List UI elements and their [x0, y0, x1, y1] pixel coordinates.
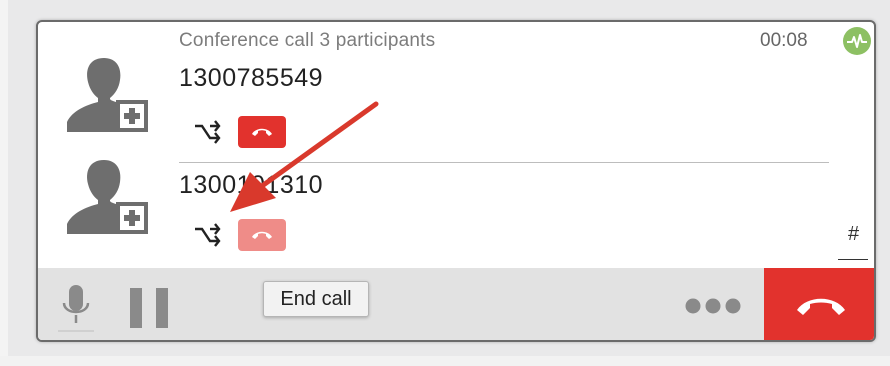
phone-hangup-icon [252, 128, 272, 136]
add-contact-avatar-icon[interactable] [64, 154, 150, 240]
transfer-icon[interactable] [192, 116, 224, 148]
call-toolbar [38, 268, 874, 340]
call-timer: 00:08 [760, 30, 808, 51]
more-dots-icon[interactable] [684, 294, 742, 318]
participant-hangup-button[interactable] [238, 219, 286, 251]
call-panel: Conference call 3 participants 00:08 130… [36, 20, 876, 342]
microphone-icon[interactable] [58, 283, 94, 333]
background-strip [0, 356, 890, 366]
end-call-button[interactable] [764, 268, 874, 340]
add-contact-avatar-icon[interactable] [64, 52, 150, 138]
phone-hangup-icon [252, 231, 272, 239]
conference-title: Conference call 3 participants [179, 30, 436, 51]
dialpad-button[interactable]: # [848, 223, 859, 246]
transfer-icon[interactable] [192, 219, 224, 251]
participant-number: 1300785549 [179, 64, 324, 92]
activity-icon [843, 27, 871, 55]
participant-divider [179, 162, 829, 163]
background-window-edge [0, 0, 8, 366]
dialpad-underline [838, 259, 868, 260]
participant-hangup-button[interactable] [238, 116, 286, 148]
phone-hangup-icon [797, 298, 845, 315]
participant-number: 1300101310 [179, 171, 324, 199]
pause-icon[interactable] [128, 288, 172, 328]
end-call-tooltip: End call [263, 281, 369, 317]
